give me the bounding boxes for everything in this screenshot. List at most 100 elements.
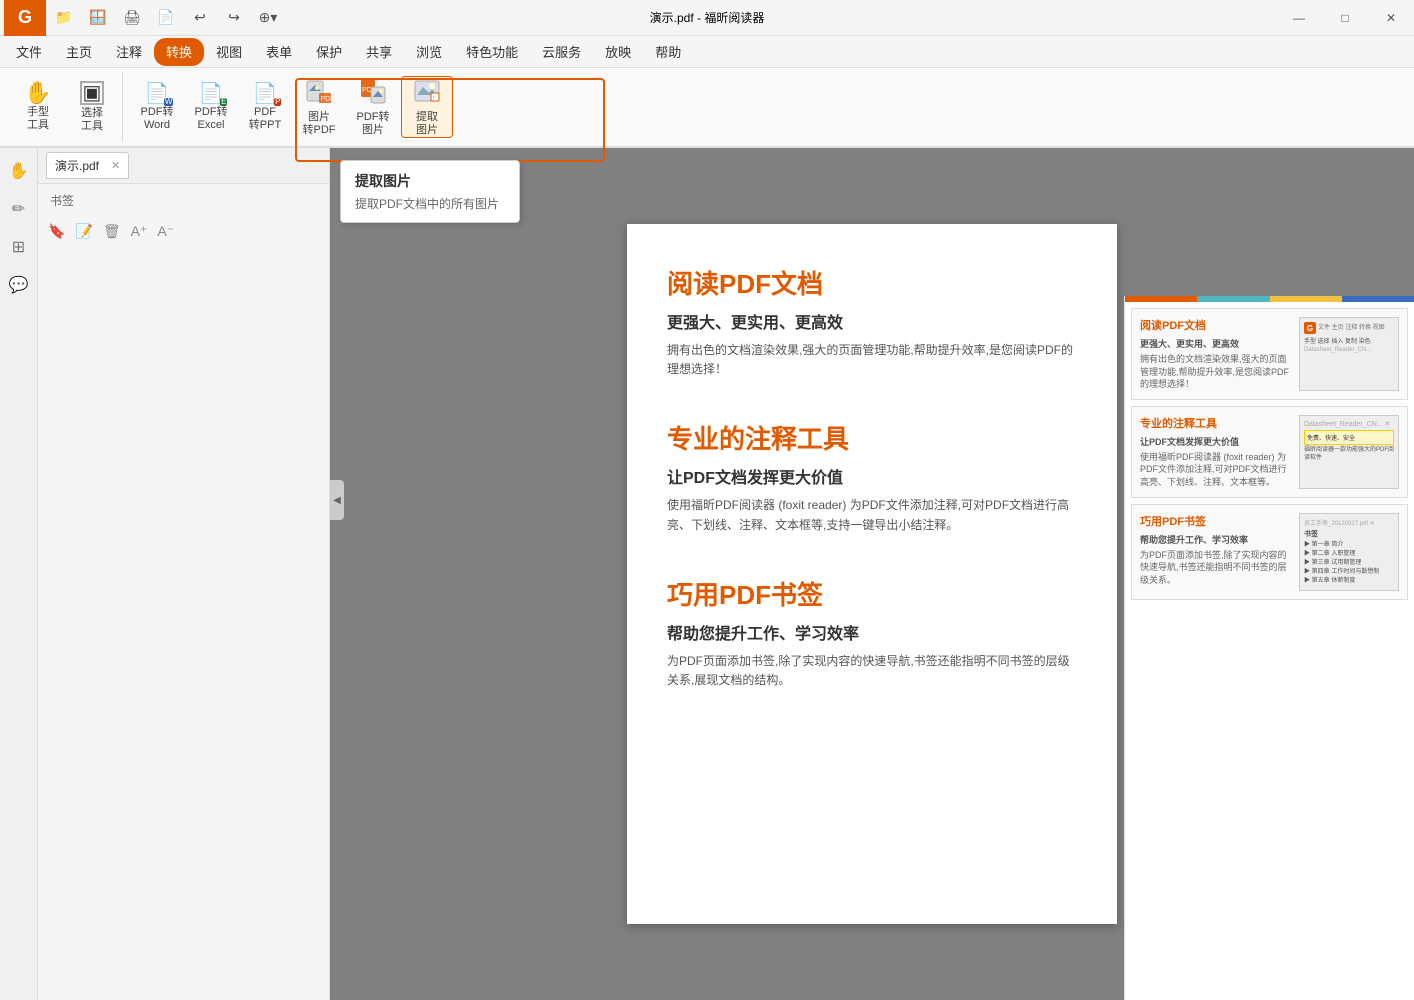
hand-tool-btn[interactable]: ✋ 手型工具 xyxy=(12,76,64,138)
mini-text-2: 使用福昕PDF阅读器 (foxit reader) 为PDF文件添加注释,可对P… xyxy=(1140,451,1293,489)
left-panel: 演示.pdf ✕ 书签 🔖 📝 🗑 A⁺ A⁻ xyxy=(38,148,330,1000)
bm-edit-btn[interactable]: 📝 xyxy=(73,221,94,242)
pdf-page: 阅读PDF文档 更强大、更实用、更高效 拥有出色的文档渲染效果,强大的页面管理功… xyxy=(627,224,1117,924)
pdf-to-excel-btn[interactable]: 📄 E PDF转Excel xyxy=(185,76,237,138)
svg-text:PDF: PDF xyxy=(321,96,334,103)
mini-title-1: 阅读PDF文档 xyxy=(1140,317,1293,333)
pdf-to-img-btn[interactable]: PDF PDF转图片 xyxy=(347,76,399,138)
menu-help[interactable]: 帮助 xyxy=(643,38,693,66)
extract-img-btn[interactable]: ↑ 提取图片 xyxy=(401,76,453,138)
pdf-to-ppt-label: PDF转PPT xyxy=(249,106,281,132)
close-btn[interactable]: ✕ xyxy=(1368,0,1414,36)
undo-btn[interactable]: ↩ xyxy=(184,4,216,32)
section3-subtitle: 帮助您提升工作、学习效率 xyxy=(667,620,1077,644)
menu-share[interactable]: 共享 xyxy=(354,38,404,66)
img-to-pdf-icon: PDF xyxy=(305,77,333,109)
titlebar-left: G 📁 🪟 🖨 📄 ↩ ↪ ⊕▾ xyxy=(0,0,284,36)
pdf-to-img-label: PDF转图片 xyxy=(357,111,390,137)
select-icon: ▣ xyxy=(80,81,104,105)
minimize-btn[interactable]: — xyxy=(1276,0,1322,36)
hand-icon: ✋ xyxy=(24,82,51,104)
tooltip-title: 提取图片 xyxy=(355,171,505,191)
new-doc-btn[interactable]: 📄 xyxy=(150,4,182,32)
sidebar: ✋ ✏ ⊞ 💬 xyxy=(0,148,38,1000)
section2-title: 专业的注释工具 xyxy=(667,419,1077,456)
more-btn[interactable]: ⊕▾ xyxy=(252,4,284,32)
tooltip-description: 提取PDF文档中的所有图片 xyxy=(355,195,505,212)
menu-home[interactable]: 主页 xyxy=(54,38,104,66)
menu-convert[interactable]: 转换 xyxy=(154,38,204,66)
mini-preview-2: 专业的注释工具 让PDF文档发挥更大价值 使用福昕PDF阅读器 (foxit r… xyxy=(1131,406,1408,498)
mini-text-1: 拥有出色的文档渲染效果,强大的页面管理功能,帮助提升效率,是您阅读PDF的理想选… xyxy=(1140,353,1293,391)
sidebar-pen-icon[interactable]: ✏ xyxy=(4,194,34,224)
file-tab-name: 演示.pdf xyxy=(55,157,99,174)
app-logo: G xyxy=(4,0,46,36)
main-content: 阅读PDF文档 更强大、更实用、更高效 拥有出色的文档渲染效果,强大的页面管理功… xyxy=(330,148,1414,1000)
section3-title: 巧用PDF书签 xyxy=(667,575,1077,612)
img-to-pdf-btn[interactable]: PDF 图片转PDF xyxy=(293,76,345,138)
menu-cloud[interactable]: 云服务 xyxy=(530,38,593,66)
bar-seg-3 xyxy=(1270,296,1342,302)
bookmarks-section-label: 书签 xyxy=(38,184,329,217)
open-folder-btn[interactable]: 📁 xyxy=(48,4,80,32)
sidebar-pages-icon[interactable]: ⊞ xyxy=(4,232,34,262)
menu-file[interactable]: 文件 xyxy=(4,38,54,66)
file-tab-close[interactable]: ✕ xyxy=(111,159,120,172)
pdf-to-ppt-btn[interactable]: 📄 P PDF转PPT xyxy=(239,76,291,138)
menu-annotation[interactable]: 注释 xyxy=(104,38,154,66)
bar-seg-2 xyxy=(1197,296,1269,302)
menu-view[interactable]: 视图 xyxy=(204,38,254,66)
section1-title: 阅读PDF文档 xyxy=(667,264,1077,301)
window-controls: — □ ✕ xyxy=(1276,0,1414,36)
pdf-to-word-label: PDF转Word xyxy=(141,106,174,132)
redo-btn[interactable]: ↪ xyxy=(218,4,250,32)
section1-text: 拥有出色的文档渲染效果,强大的页面管理功能,帮助提升效率,是您阅读PDF的理想选… xyxy=(667,341,1077,379)
file-tab[interactable]: 演示.pdf ✕ xyxy=(46,152,129,179)
menu-form[interactable]: 表单 xyxy=(254,38,304,66)
toolbar: ✋ 手型工具 ▣ 选择工具 📄 W PDF转Word 📄 E PDF转Excel… xyxy=(0,68,1414,148)
mini-preview-3: 巧用PDF书签 帮助您提升工作、学习效率 为PDF页面添加书签,除了实现内容的快… xyxy=(1131,504,1408,600)
bm-shrink-btn[interactable]: A⁻ xyxy=(155,221,176,242)
section1-subtitle: 更强大、更实用、更高效 xyxy=(667,309,1077,333)
bm-expand-btn[interactable]: A⁺ xyxy=(129,221,150,242)
maximize-btn[interactable]: □ xyxy=(1322,0,1368,36)
section2-subtitle: 让PDF文档发挥更大价值 xyxy=(667,464,1077,488)
panel-collapse-handle[interactable]: ◀ xyxy=(330,480,344,520)
bm-add-btn[interactable]: 🔖 xyxy=(46,221,67,242)
pdf-to-ppt-icon: 📄 P xyxy=(253,82,278,104)
sidebar-comment-icon[interactable]: 💬 xyxy=(4,270,34,300)
mini-title-2: 专业的注释工具 xyxy=(1140,415,1293,431)
app-title: 演示.pdf - 福昕阅读器 xyxy=(650,9,765,26)
pdf-to-excel-icon: 📄 E xyxy=(199,82,224,104)
toolbar-group-convert: 📄 W PDF转Word 📄 E PDF转Excel 📄 P PDF转PPT xyxy=(127,72,457,142)
svg-text:↑: ↑ xyxy=(432,94,436,101)
bar-seg-1 xyxy=(1125,296,1197,302)
hand-tool-label: 手型工具 xyxy=(27,106,49,132)
titlebar: G 📁 🪟 🖨 📄 ↩ ↪ ⊕▾ 演示.pdf - 福昕阅读器 — □ ✕ xyxy=(0,0,1414,36)
print-btn[interactable]: 🖨 xyxy=(116,4,148,32)
section2-text: 使用福昕PDF阅读器 (foxit reader) 为PDF文件添加注释,可对P… xyxy=(667,496,1077,534)
bar-seg-4 xyxy=(1342,296,1414,302)
preview-top-bar xyxy=(1125,296,1414,302)
extract-img-label: 提取图片 xyxy=(416,111,438,137)
select-tool-label: 选择工具 xyxy=(81,107,103,133)
bookmark-toolbar: 🔖 📝 🗑 A⁺ A⁻ xyxy=(38,217,329,246)
panel-tab-bar: 演示.pdf ✕ xyxy=(38,148,329,184)
pdf-section-1: 阅读PDF文档 更强大、更实用、更高效 拥有出色的文档渲染效果,强大的页面管理功… xyxy=(667,264,1077,379)
tooltip-popup: 提取图片 提取PDF文档中的所有图片 xyxy=(340,160,520,223)
pdf-section-2: 专业的注释工具 让PDF文档发挥更大价值 使用福昕PDF阅读器 (foxit r… xyxy=(667,419,1077,534)
menu-special[interactable]: 特色功能 xyxy=(454,38,530,66)
new-window-btn[interactable]: 🪟 xyxy=(82,4,114,32)
menu-browse[interactable]: 浏览 xyxy=(404,38,454,66)
menubar: 文件 主页 注释 转换 视图 表单 保护 共享 浏览 特色功能 云服务 放映 帮… xyxy=(0,36,1414,68)
select-tool-btn[interactable]: ▣ 选择工具 xyxy=(66,76,118,138)
sidebar-hand-icon[interactable]: ✋ xyxy=(4,156,34,186)
pdf-to-excel-label: PDF转Excel xyxy=(195,106,228,132)
bm-delete-btn[interactable]: 🗑 xyxy=(101,221,123,242)
pdf-to-word-icon: 📄 W xyxy=(145,82,170,104)
pdf-to-word-btn[interactable]: 📄 W PDF转Word xyxy=(131,76,183,138)
extract-img-icon: ↑ xyxy=(413,77,441,109)
toolbar-group-select: ✋ 手型工具 ▣ 选择工具 xyxy=(8,72,123,142)
menu-protect[interactable]: 保护 xyxy=(304,38,354,66)
menu-present[interactable]: 放映 xyxy=(593,38,643,66)
